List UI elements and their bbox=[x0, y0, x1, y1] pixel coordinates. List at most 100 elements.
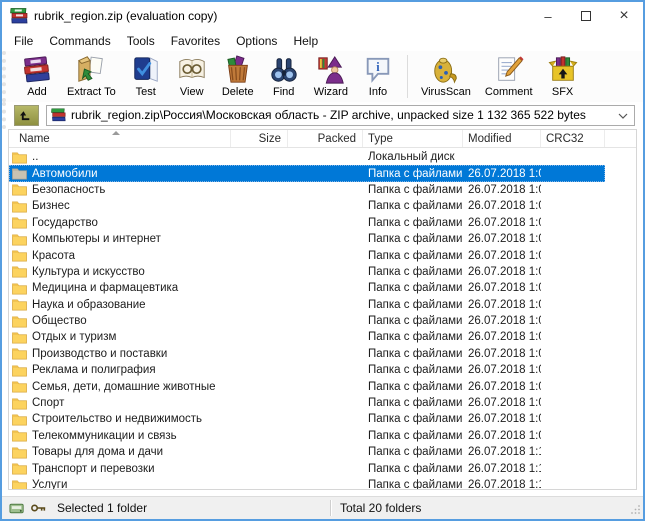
view-button[interactable]: View bbox=[169, 52, 215, 101]
column-header-row: Name Size Packed Type Modified CRC32 bbox=[9, 130, 636, 148]
file-modified: 26.07.2018 1:08 bbox=[463, 430, 541, 442]
menu-file[interactable]: File bbox=[6, 32, 41, 50]
menu-tools[interactable]: Tools bbox=[119, 32, 163, 50]
folder-icon bbox=[12, 216, 27, 229]
file-name: Транспорт и перевозки bbox=[32, 463, 155, 475]
folder-icon bbox=[12, 462, 27, 475]
file-modified: 26.07.2018 1:06 bbox=[463, 364, 541, 376]
selection-status: Selected 1 folder bbox=[57, 501, 147, 515]
resize-grip[interactable] bbox=[631, 503, 641, 517]
file-modified: 26.07.2018 1:08 bbox=[463, 413, 541, 425]
file-type: Папка с файлами bbox=[363, 266, 463, 278]
table-row[interactable]: Товары для дома и дачи Папка с файлами 2… bbox=[9, 444, 605, 460]
info-button[interactable]: i Info bbox=[355, 52, 401, 101]
file-list-panel: Name Size Packed Type Modified CRC32 .. … bbox=[8, 129, 637, 490]
comment-icon bbox=[493, 54, 525, 85]
table-row[interactable]: Телекоммуникации и связь Папка с файлами… bbox=[9, 428, 605, 444]
sfx-box-icon bbox=[547, 54, 579, 85]
table-row[interactable]: Государство Папка с файлами 26.07.2018 1… bbox=[9, 215, 605, 231]
column-header-crc32[interactable]: CRC32 bbox=[541, 130, 605, 147]
file-type: Папка с файлами bbox=[363, 348, 463, 360]
file-name: Строительство и недвижимость bbox=[32, 413, 202, 425]
table-row[interactable]: Семья, дети, домашние животные Папка с ф… bbox=[9, 378, 605, 394]
file-name: Реклама и полиграфия bbox=[32, 364, 156, 376]
table-row[interactable]: Реклама и полиграфия Папка с файлами 26.… bbox=[9, 362, 605, 378]
sort-ascending-icon bbox=[112, 131, 120, 135]
archive-path-combobox[interactable]: rubrik_region.zip\Россия\Московская обла… bbox=[46, 105, 635, 126]
maximize-icon bbox=[581, 11, 591, 21]
table-row[interactable]: Бизнес Папка с файлами 26.07.2018 1:01 bbox=[9, 198, 605, 214]
file-modified: 26.07.2018 1:03 bbox=[463, 282, 541, 294]
add-button[interactable]: Add bbox=[14, 52, 60, 101]
file-name: .. bbox=[32, 151, 38, 163]
folder-icon bbox=[12, 183, 27, 196]
add-archive-icon bbox=[21, 54, 53, 85]
folder-icon bbox=[12, 446, 27, 459]
folder-icon bbox=[12, 315, 27, 328]
winrar-logo-icon bbox=[10, 8, 28, 24]
table-row[interactable]: Безопасность Папка с файлами 26.07.2018 … bbox=[9, 182, 605, 198]
find-button[interactable]: Find bbox=[261, 52, 307, 101]
file-type: Папка с файлами bbox=[363, 184, 463, 196]
table-row[interactable]: Красота Папка с файлами 26.07.2018 1:02 bbox=[9, 247, 605, 263]
table-row[interactable]: Транспорт и перевозки Папка с файлами 26… bbox=[9, 460, 605, 476]
column-header-modified[interactable]: Modified bbox=[463, 130, 541, 147]
table-row[interactable]: Медицина и фармацевтика Папка с файлами … bbox=[9, 280, 605, 296]
find-binoculars-icon bbox=[268, 54, 300, 85]
key-icon[interactable] bbox=[31, 503, 47, 513]
file-name: Услуги bbox=[32, 479, 67, 489]
file-modified: 26.07.2018 1:02 bbox=[463, 233, 541, 245]
table-row[interactable]: .. Локальный диск bbox=[9, 149, 605, 165]
table-row[interactable]: Услуги Папка с файлами 26.07.2018 1:11 bbox=[9, 477, 605, 489]
view-book-icon bbox=[176, 54, 208, 85]
table-row[interactable]: Автомобили Папка с файлами 26.07.2018 1:… bbox=[9, 165, 605, 181]
table-row[interactable]: Культура и искусство Папка с файлами 26.… bbox=[9, 264, 605, 280]
table-row[interactable]: Общество Папка с файлами 26.07.2018 1:04 bbox=[9, 313, 605, 329]
comment-button[interactable]: Comment bbox=[478, 52, 540, 101]
drive-icon[interactable] bbox=[9, 502, 26, 515]
virusscan-button[interactable]: VirusScan bbox=[414, 52, 478, 101]
menu-commands[interactable]: Commands bbox=[41, 32, 118, 50]
file-name: Общество bbox=[32, 315, 87, 327]
column-header-size[interactable]: Size bbox=[231, 130, 288, 147]
file-modified: 26.07.2018 1:00 bbox=[463, 168, 541, 180]
up-one-level-button[interactable] bbox=[14, 105, 39, 126]
delete-button[interactable]: Delete bbox=[215, 52, 261, 101]
file-type: Папка с файлами bbox=[363, 299, 463, 311]
menu-help[interactable]: Help bbox=[285, 32, 326, 50]
file-name: Медицина и фармацевтика bbox=[32, 282, 178, 294]
column-header-name[interactable]: Name bbox=[9, 130, 231, 147]
sfx-button[interactable]: SFX bbox=[540, 52, 586, 101]
table-row[interactable]: Наука и образование Папка с файлами 26.0… bbox=[9, 297, 605, 313]
chevron-down-icon[interactable] bbox=[618, 106, 628, 124]
toolbar-separator bbox=[407, 55, 408, 98]
extract-to-button[interactable]: Extract To bbox=[60, 52, 123, 101]
address-bar: rubrik_region.zip\Россия\Московская обла… bbox=[2, 102, 643, 129]
archive-path-text: rubrik_region.zip\Россия\Московская обла… bbox=[71, 108, 613, 122]
minimize-button[interactable]: – bbox=[529, 2, 567, 30]
close-button[interactable]: × bbox=[605, 2, 643, 30]
table-row[interactable]: Строительство и недвижимость Папка с фай… bbox=[9, 411, 605, 427]
file-type: Папка с файлами bbox=[363, 463, 463, 475]
file-type: Папка с файлами bbox=[363, 430, 463, 442]
file-type: Папка с файлами bbox=[363, 282, 463, 294]
winrar-window: rubrik_region.zip (evaluation copy) – × … bbox=[0, 0, 645, 521]
column-header-type[interactable]: Type bbox=[363, 130, 463, 147]
file-type: Папка с файлами bbox=[363, 233, 463, 245]
file-type: Папка с файлами bbox=[363, 479, 463, 489]
table-row[interactable]: Отдых и туризм Папка с файлами 26.07.201… bbox=[9, 329, 605, 345]
table-row[interactable]: Спорт Папка с файлами 26.07.2018 1:07 bbox=[9, 395, 605, 411]
file-type: Папка с файлами bbox=[363, 200, 463, 212]
table-row[interactable]: Производство и поставки Папка с файлами … bbox=[9, 346, 605, 362]
file-modified: 26.07.2018 1:02 bbox=[463, 250, 541, 262]
maximize-button[interactable] bbox=[567, 2, 605, 30]
test-button[interactable]: Test bbox=[123, 52, 169, 101]
menu-favorites[interactable]: Favorites bbox=[163, 32, 228, 50]
wizard-button[interactable]: Wizard bbox=[307, 52, 355, 101]
file-name: Отдых и туризм bbox=[32, 331, 116, 343]
table-row[interactable]: Компьютеры и интернет Папка с файлами 26… bbox=[9, 231, 605, 247]
file-modified: 26.07.2018 1:06 bbox=[463, 348, 541, 360]
menu-options[interactable]: Options bbox=[228, 32, 285, 50]
file-name: Бизнес bbox=[32, 200, 70, 212]
column-header-packed[interactable]: Packed bbox=[288, 130, 363, 147]
